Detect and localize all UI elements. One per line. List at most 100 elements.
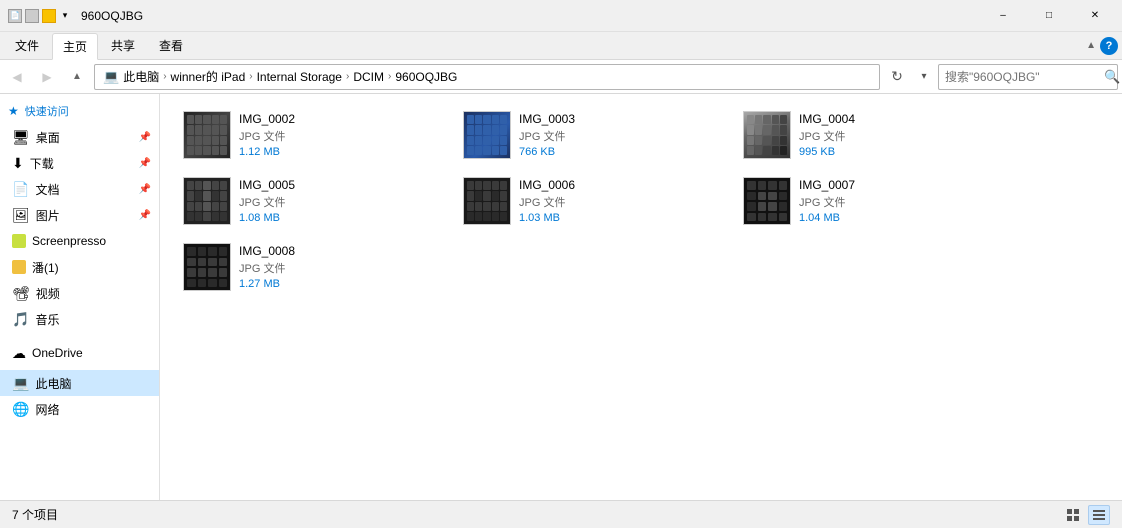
maximize-button[interactable]: □ — [1026, 0, 1072, 32]
view-details-button[interactable] — [1088, 505, 1110, 525]
file-item-img0002[interactable]: IMG_0002 JPG 文件 1.12 MB — [176, 106, 436, 164]
pin-icon-download: 📌 — [139, 158, 151, 169]
sidebar: ★ 快速访问 🖥 桌面 📌 ⬇ 下载 📌 📄 文档 📌 🖼 图片 📌 Scree… — [0, 94, 160, 500]
file-info-img0007: IMG_0007 JPG 文件 1.04 MB — [799, 178, 855, 224]
file-type-img0002: JPG 文件 — [239, 128, 295, 144]
tab-view[interactable]: 查看 — [148, 32, 194, 59]
address-bar: ◀ ▶ ▲ 💻 此电脑 › winner的 iPad › Internal St… — [0, 60, 1122, 94]
onedrive-icon: ☁ — [12, 345, 26, 362]
sidebar-item-pictures[interactable]: 🖼 图片 📌 — [0, 202, 159, 228]
computer-icon: 💻 — [12, 375, 29, 392]
window-icon2 — [25, 9, 39, 23]
main-content: ★ 快速访问 🖥 桌面 📌 ⬇ 下载 📌 📄 文档 📌 🖼 图片 📌 Scree… — [0, 94, 1122, 500]
file-name-img0004: IMG_0004 — [799, 112, 855, 126]
file-info-img0005: IMG_0005 JPG 文件 1.08 MB — [239, 178, 295, 224]
sidebar-item-download[interactable]: ⬇ 下载 📌 — [0, 150, 159, 176]
file-name-img0007: IMG_0007 — [799, 178, 855, 192]
status-bar: 7 个项目 — [0, 500, 1122, 528]
pictures-icon: 🖼 — [12, 207, 30, 224]
file-grid: IMG_0002 JPG 文件 1.12 MB IMG_0003 — [176, 106, 1106, 296]
file-item-img0008[interactable]: IMG_0008 JPG 文件 1.27 MB — [176, 238, 436, 296]
file-area: IMG_0002 JPG 文件 1.12 MB IMG_0003 — [160, 94, 1122, 500]
file-type-img0004: JPG 文件 — [799, 128, 855, 144]
path-computer[interactable]: 此电脑 — [123, 68, 159, 85]
minimize-button[interactable]: – — [980, 0, 1026, 32]
ribbon: 文件 主页 共享 查看 ▲ ? — [0, 32, 1122, 60]
file-size-img0002: 1.12 MB — [239, 146, 295, 158]
pin-icon-pictures: 📌 — [139, 210, 151, 221]
pin-icon-desktop: 📌 — [139, 132, 151, 143]
address-path[interactable]: 💻 此电脑 › winner的 iPad › Internal Storage … — [94, 64, 880, 90]
folder-icon-title — [42, 9, 56, 23]
path-ipad[interactable]: winner的 iPad — [171, 68, 246, 85]
music-icon: 🎵 — [12, 311, 29, 328]
pan-icon — [12, 260, 26, 274]
file-item-img0007[interactable]: IMG_0007 JPG 文件 1.04 MB — [736, 172, 996, 230]
network-icon: 🌐 — [12, 401, 29, 418]
file-size-img0008: 1.27 MB — [239, 278, 295, 290]
sidebar-item-onedrive[interactable]: ☁ OneDrive — [0, 340, 159, 366]
file-size-img0005: 1.08 MB — [239, 212, 295, 224]
file-type-img0007: JPG 文件 — [799, 194, 855, 210]
file-item-img0005[interactable]: IMG_0005 JPG 文件 1.08 MB — [176, 172, 436, 230]
view-large-icon-button[interactable] — [1062, 505, 1084, 525]
status-right — [1062, 505, 1110, 525]
title-bar-left: 📄 ▾ 960OQJBG — [8, 9, 143, 23]
pin-icon-documents: 📌 — [139, 184, 151, 195]
file-item-img0004[interactable]: IMG_0004 JPG 文件 995 KB — [736, 106, 996, 164]
file-size-img0004: 995 KB — [799, 146, 855, 158]
download-icon: ⬇ — [12, 155, 24, 172]
file-name-img0002: IMG_0002 — [239, 112, 295, 126]
file-name-img0005: IMG_0005 — [239, 178, 295, 192]
path-folder[interactable]: 960OQJBG — [395, 70, 457, 84]
path-internal-storage[interactable]: Internal Storage — [257, 70, 342, 84]
item-count: 7 个项目 — [12, 506, 58, 523]
title-bar-controls: – □ ✕ — [980, 0, 1118, 32]
file-thumb-img0003 — [463, 111, 511, 159]
sidebar-item-documents[interactable]: 📄 文档 📌 — [0, 176, 159, 202]
file-thumb-img0007 — [743, 177, 791, 225]
file-size-img0007: 1.04 MB — [799, 212, 855, 224]
title-bar: 📄 ▾ 960OQJBG – □ ✕ — [0, 0, 1122, 32]
search-icon[interactable]: 🔍 — [1104, 69, 1120, 85]
dropdown-icon-title[interactable]: ▾ — [59, 10, 71, 22]
ribbon-collapse[interactable]: ▲ — [1086, 40, 1096, 51]
sidebar-item-screenpresso[interactable]: Screenpresso — [0, 228, 159, 254]
sidebar-item-music[interactable]: 🎵 音乐 — [0, 306, 159, 332]
file-thumb-img0004 — [743, 111, 791, 159]
tab-home[interactable]: 主页 — [52, 33, 98, 60]
help-button[interactable]: ? — [1100, 37, 1118, 55]
close-button[interactable]: ✕ — [1072, 0, 1118, 32]
sidebar-item-computer[interactable]: 💻 此电脑 — [0, 370, 159, 396]
back-button[interactable]: ◀ — [4, 64, 30, 90]
file-thumb-img0008 — [183, 243, 231, 291]
tab-share[interactable]: 共享 — [100, 32, 146, 59]
sidebar-item-pan[interactable]: 潘(1) — [0, 254, 159, 280]
sidebar-item-network[interactable]: 🌐 网络 — [0, 396, 159, 422]
path-dcim[interactable]: DCIM — [353, 70, 384, 84]
search-box: 🔍 — [938, 64, 1118, 90]
desktop-icon: 🖥 — [12, 129, 30, 146]
up-button[interactable]: ▲ — [64, 64, 90, 90]
refresh-button[interactable]: ↻ — [884, 64, 910, 90]
file-thumb-img0005 — [183, 177, 231, 225]
details-view-icon — [1092, 508, 1106, 522]
large-icon-view-icon — [1066, 508, 1080, 522]
documents-icon: 📄 — [12, 181, 29, 198]
sidebar-item-desktop[interactable]: 🖥 桌面 📌 — [0, 124, 159, 150]
forward-button[interactable]: ▶ — [34, 64, 60, 90]
file-info-img0002: IMG_0002 JPG 文件 1.12 MB — [239, 112, 295, 158]
screenpresso-icon — [12, 234, 26, 248]
file-info-img0006: IMG_0006 JPG 文件 1.03 MB — [519, 178, 575, 224]
sidebar-item-video[interactable]: 📽 视频 — [0, 280, 159, 306]
tab-file[interactable]: 文件 — [4, 32, 50, 59]
file-thumb-img0006 — [463, 177, 511, 225]
file-item-img0006[interactable]: IMG_0006 JPG 文件 1.03 MB — [456, 172, 716, 230]
search-input[interactable] — [945, 70, 1100, 84]
file-type-img0006: JPG 文件 — [519, 194, 575, 210]
file-name-img0008: IMG_0008 — [239, 244, 295, 258]
file-info-img0004: IMG_0004 JPG 文件 995 KB — [799, 112, 855, 158]
address-dropdown[interactable]: ▾ — [914, 64, 934, 90]
sidebar-quick-access[interactable]: ★ 快速访问 — [0, 98, 159, 124]
file-item-img0003[interactable]: IMG_0003 JPG 文件 766 KB — [456, 106, 716, 164]
